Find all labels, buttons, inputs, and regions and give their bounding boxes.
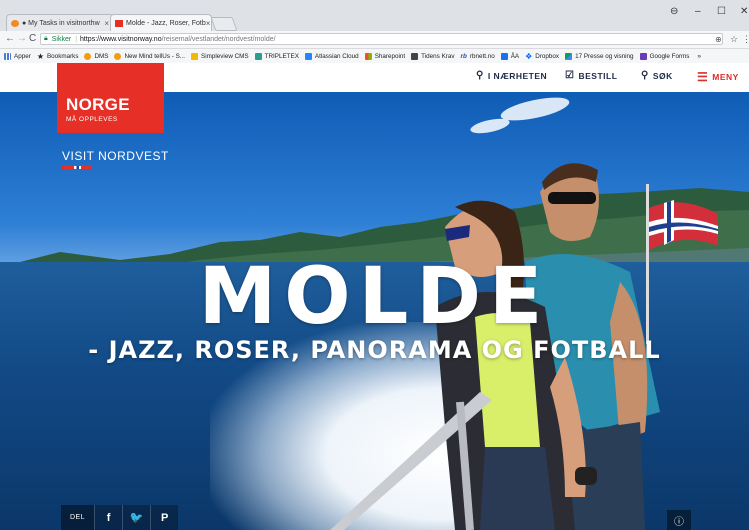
flag-stripe bbox=[62, 166, 92, 169]
apps-grid-icon bbox=[4, 52, 11, 60]
cloud bbox=[498, 92, 572, 126]
back-icon[interactable]: ← bbox=[5, 33, 15, 44]
share-label: DEL bbox=[61, 505, 95, 530]
forward-icon[interactable]: → bbox=[17, 33, 27, 44]
bookmark-tidens-krav[interactable]: Tidens Krav bbox=[411, 52, 455, 60]
target-icon[interactable]: ⊕ bbox=[715, 35, 722, 44]
tab-molde[interactable]: Molde - Jazz, Roser, Fotb × bbox=[110, 14, 212, 31]
twitter-icon[interactable]: 🐦 bbox=[122, 505, 151, 530]
maximize-icon[interactable]: ☐ bbox=[717, 6, 726, 17]
dropbox-icon: ❖ bbox=[525, 51, 533, 61]
close-icon[interactable]: × bbox=[104, 19, 109, 28]
nav-search[interactable]: ⚲ SØK bbox=[641, 70, 673, 81]
bookmark-tripletex[interactable]: TRIPLETEX bbox=[254, 52, 299, 60]
star-icon[interactable]: ☆ bbox=[730, 34, 738, 45]
bookmark-overflow[interactable]: » bbox=[697, 53, 701, 60]
tab-title: ● My Tasks in visitnorthw bbox=[22, 19, 100, 27]
location-pin-icon: ⚲ bbox=[476, 70, 484, 81]
hero-subtitle: - JAZZ, ROSER, PANORAMA OG FOTBALL bbox=[88, 336, 661, 364]
bookmark-presse[interactable]: 17 Presse og visning bbox=[565, 52, 634, 60]
nav-nearby[interactable]: ⚲ I NÆRHETEN bbox=[476, 70, 547, 81]
lock-icon: 🔒︎ bbox=[44, 35, 48, 42]
tab-my-tasks[interactable]: ● My Tasks in visitnorthw × bbox=[6, 14, 114, 31]
sharepoint-icon bbox=[364, 52, 372, 60]
simpleview-icon bbox=[191, 52, 199, 60]
norge-logo[interactable]: NORGE MÅ OPPLEVES bbox=[57, 63, 164, 133]
search-icon: ⚲ bbox=[641, 70, 649, 81]
rbnett-icon: rb bbox=[460, 52, 467, 60]
new-tab-button[interactable] bbox=[210, 17, 238, 31]
hamburger-icon: ☰ bbox=[697, 70, 709, 84]
bookmark-rbnett[interactable]: rb rbnett.no bbox=[461, 53, 495, 60]
reload-icon[interactable]: C bbox=[29, 33, 36, 44]
pinterest-icon[interactable]: P bbox=[150, 505, 179, 530]
tripletex-icon bbox=[254, 52, 262, 60]
hero-title: MOLDE bbox=[198, 252, 551, 342]
bookmark-aa[interactable]: ÅA bbox=[500, 52, 519, 60]
share-bar: DEL f 🐦 P bbox=[61, 505, 179, 530]
bookmarks-bar: Apper ★ Bookmarks DMS New Mind tellUs - … bbox=[0, 49, 749, 64]
drive-icon bbox=[565, 52, 573, 60]
cloud bbox=[469, 115, 511, 137]
logo-main-text: NORGE bbox=[66, 95, 130, 114]
nav-menu[interactable]: ☰ MENY bbox=[697, 70, 739, 84]
url-host: https://www.visitnorway.no bbox=[80, 35, 162, 43]
bookmark-apps[interactable]: Apper bbox=[4, 52, 31, 60]
facebook-icon[interactable]: f bbox=[94, 505, 123, 530]
tab-title: Molde - Jazz, Roser, Fotb bbox=[126, 19, 206, 27]
newmind-icon bbox=[114, 52, 122, 60]
info-icon[interactable]: ⓘ bbox=[667, 510, 691, 530]
nav-order[interactable]: ☑ BESTILL bbox=[565, 70, 617, 81]
minimize-icon[interactable]: – bbox=[695, 6, 701, 17]
bookmark-dropbox[interactable]: ❖ Dropbox bbox=[525, 52, 559, 61]
aa-icon bbox=[500, 52, 508, 60]
tidens-krav-icon bbox=[411, 52, 419, 60]
url-path: /reisemal/vestlandet/nordvest/molde/ bbox=[161, 35, 276, 43]
bookmark-newmind[interactable]: New Mind tellUs - S... bbox=[114, 52, 185, 60]
bookmark-dms[interactable]: DMS bbox=[84, 52, 108, 60]
more-icon[interactable]: ⋮ bbox=[742, 34, 749, 45]
logo-sub-text: MÅ OPPLEVES bbox=[66, 116, 118, 123]
profile-icon[interactable]: ⊖ bbox=[670, 6, 678, 17]
star-icon: ★ bbox=[36, 51, 44, 61]
bookmark-sharepoint[interactable]: Sharepoint bbox=[364, 52, 405, 60]
dms-icon bbox=[84, 52, 92, 60]
boat-railing bbox=[330, 392, 492, 530]
close-icon[interactable]: × bbox=[206, 19, 211, 28]
checkbox-icon: ☑ bbox=[565, 70, 575, 81]
asana-icon bbox=[11, 19, 19, 27]
browser-tab-bar: ● My Tasks in visitnorthw × Molde - Jazz… bbox=[0, 0, 749, 31]
bookmark-atlassian[interactable]: Atlassian Cloud bbox=[304, 52, 359, 60]
visitnorway-icon bbox=[115, 19, 123, 27]
atlassian-icon bbox=[304, 52, 312, 60]
region-link[interactable]: VISIT NORDVEST bbox=[62, 149, 169, 163]
bookmark-bookmarks[interactable]: ★ Bookmarks bbox=[37, 52, 79, 61]
url-input[interactable]: 🔒︎ Sikker | https://www.visitnorway.no /… bbox=[40, 33, 723, 45]
google-forms-icon bbox=[639, 52, 647, 60]
bookmark-simpleview[interactable]: Simpleview CMS bbox=[191, 52, 249, 60]
secure-label: Sikker bbox=[51, 35, 72, 43]
close-window-icon[interactable]: ✕ bbox=[740, 6, 748, 17]
bookmark-google-forms[interactable]: Google Forms bbox=[639, 52, 689, 60]
